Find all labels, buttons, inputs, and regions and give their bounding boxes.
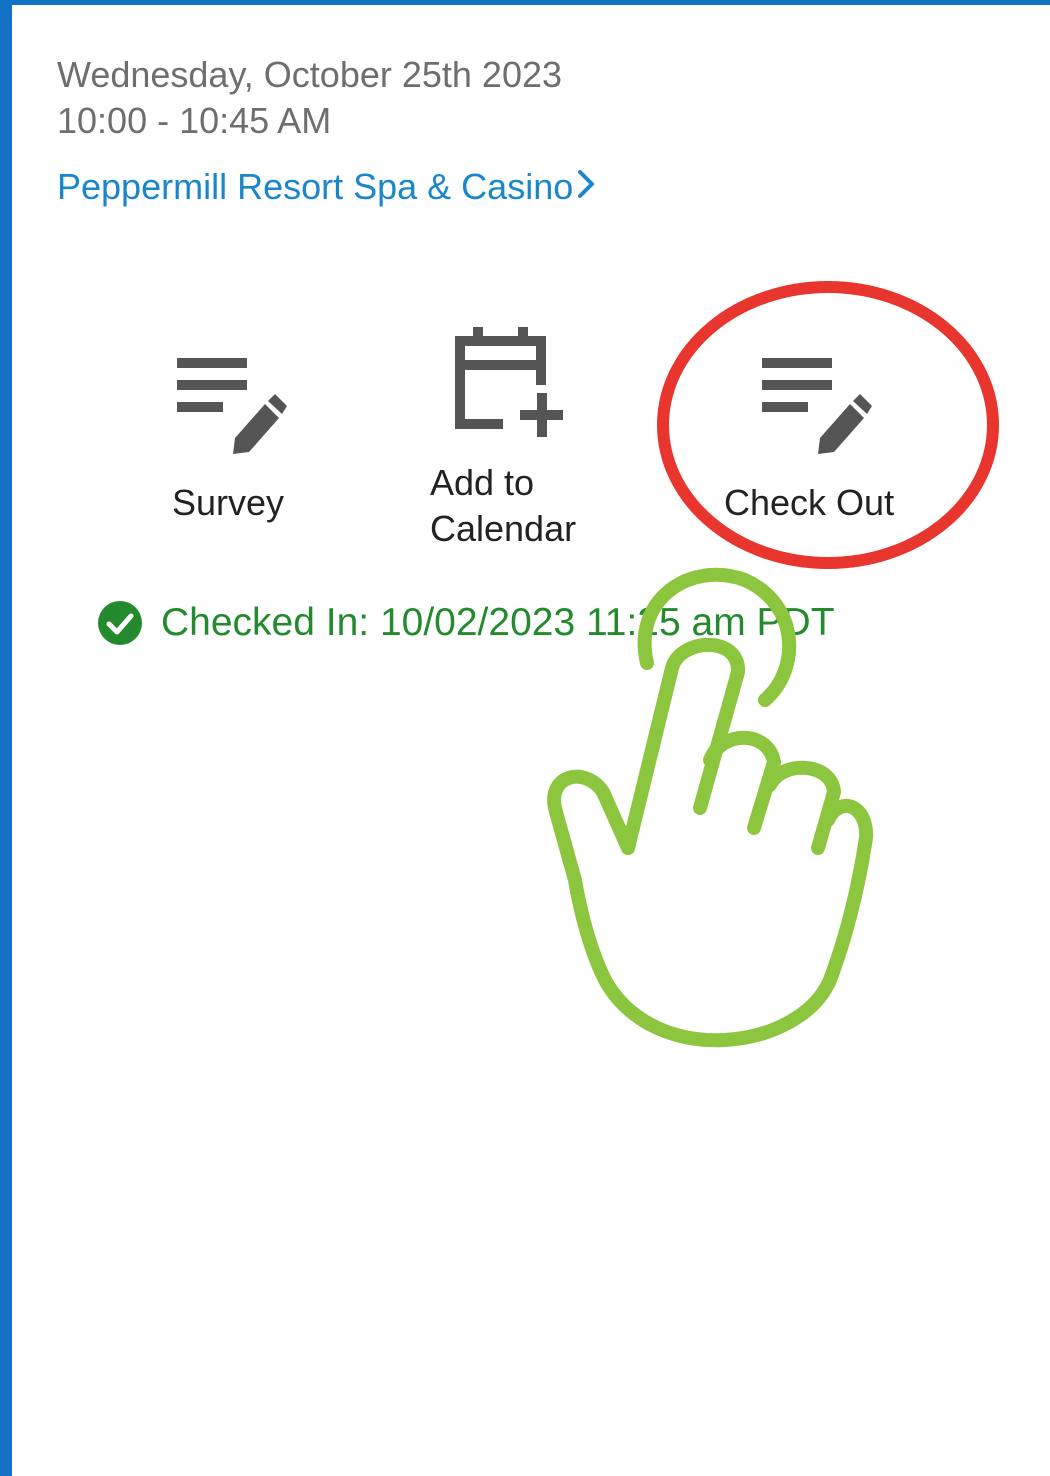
survey-icon — [177, 358, 287, 454]
add-to-calendar-label-line1: Add to — [430, 462, 535, 503]
frame-border-left — [0, 0, 12, 1476]
chevron-right-icon — [577, 166, 595, 208]
location-link[interactable]: Peppermill Resort Spa & Casino — [57, 166, 595, 208]
check-out-label: Check Out — [724, 482, 895, 523]
frame-border-top — [0, 0, 1050, 5]
location-label: Peppermill Resort Spa & Casino — [57, 166, 574, 207]
checked-in-text: Checked In: 10/02/2023 11:25 am PDT — [161, 601, 835, 644]
event-date: Wednesday, October 25th 2023 — [57, 54, 563, 95]
survey-label: Survey — [172, 482, 285, 523]
add-to-calendar-button[interactable]: Add to Calendar — [425, 325, 600, 555]
add-to-calendar-label-line2: Calendar — [430, 508, 577, 549]
survey-button[interactable]: Survey — [160, 350, 310, 530]
check-circle-icon — [98, 601, 142, 645]
check-out-button[interactable]: Check Out — [720, 350, 920, 530]
event-time: 10:00 - 10:45 AM — [57, 100, 332, 141]
calendar-add-icon — [455, 327, 563, 437]
checkout-icon — [762, 358, 872, 454]
checked-in-status: Checked In: 10/02/2023 11:25 am PDT — [97, 600, 835, 646]
